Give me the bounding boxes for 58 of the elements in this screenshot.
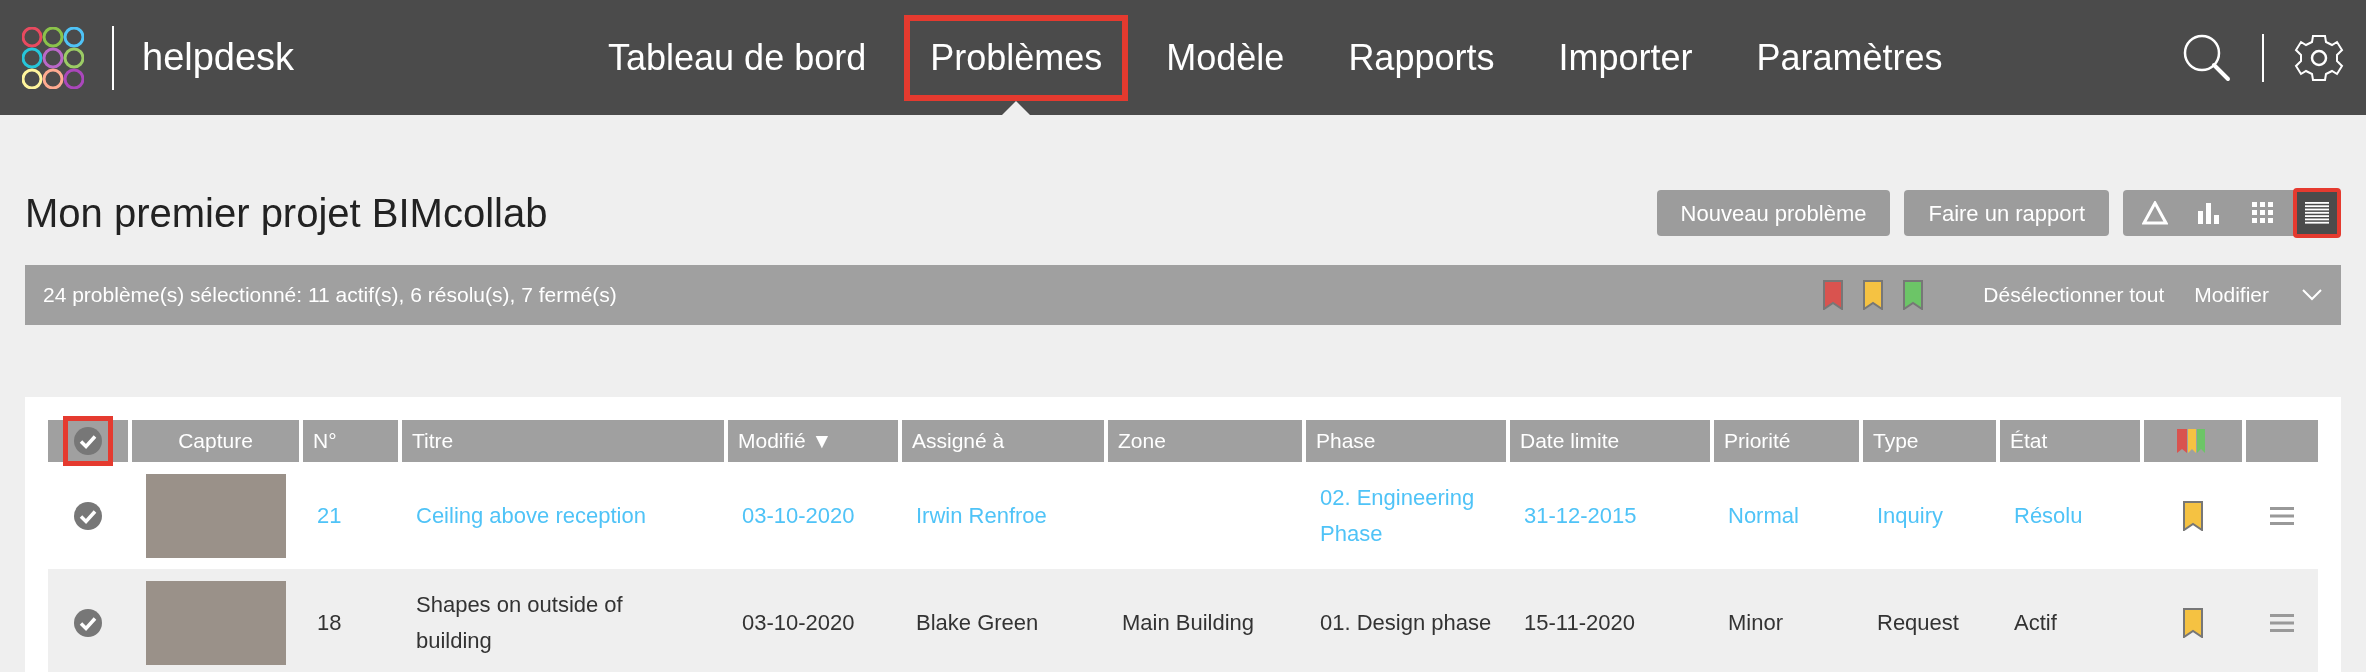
checkbox[interactable] xyxy=(73,426,103,456)
nav-tab[interactable]: Paramètres xyxy=(1730,0,1969,115)
bar-chart-icon xyxy=(2197,201,2221,225)
grid-icon xyxy=(2251,201,2275,225)
table-cell[interactable]: Résolu xyxy=(2014,497,2083,534)
table-cell[interactable]: Ceiling above reception xyxy=(416,497,646,534)
column-header[interactable]: Date limite xyxy=(1510,420,1710,462)
table-cell-text: 01. Design phase xyxy=(1320,608,1492,637)
column-header[interactable]: Assigné à xyxy=(902,420,1104,462)
view-toggle[interactable] xyxy=(2293,188,2341,238)
nav-tab[interactable]: Tableau de bord xyxy=(582,0,893,115)
triangle-icon xyxy=(2142,201,2168,225)
brand-name: helpdesk xyxy=(142,35,296,80)
table-cell[interactable]: 21 xyxy=(317,497,342,534)
action-button[interactable]: Faire un rapport xyxy=(1904,190,2109,236)
checkbox[interactable] xyxy=(73,500,103,531)
chevron-down-icon[interactable] xyxy=(2301,288,2323,302)
search-icon[interactable] xyxy=(2182,32,2232,83)
column-header[interactable]: Titre xyxy=(402,420,724,462)
table-cell-text: Shapes on outside of building xyxy=(416,590,624,655)
column-header[interactable]: Zone xyxy=(1108,420,1302,462)
selection-summary: 24 problème(s) sélectionné: 11 actif(s), 6 résolu(s), 7 fermé(s) xyxy=(43,282,617,309)
table-row[interactable]: 18 Shapes on outside of building 03-10-2020 Blake Green Main Building 01. Design phase 15-11-2020 Minor Request Actif xyxy=(48,569,2318,672)
action-button[interactable]: Nouveau problème xyxy=(1656,190,1891,236)
list-icon xyxy=(2304,201,2330,225)
menu-icon[interactable] xyxy=(2270,505,2294,526)
table-cell-text: Request xyxy=(1877,608,1959,637)
deselect-all-link[interactable]: Désélectionner tout xyxy=(1983,279,2165,311)
table-cell[interactable]: Normal xyxy=(1728,497,1799,534)
column-header[interactable]: Type xyxy=(1863,420,1996,462)
nav-tab[interactable]: Importer xyxy=(1532,0,1719,115)
settings-icon[interactable] xyxy=(2294,32,2344,83)
checkbox[interactable] xyxy=(73,607,103,638)
logo-icon xyxy=(22,26,84,89)
table-cell-text: Blake Green xyxy=(916,608,1039,637)
table-cell-text: 18 xyxy=(317,608,342,637)
modify-menu[interactable]: Modifier xyxy=(2194,279,2269,311)
table-cell-text: Actif xyxy=(2014,608,2057,637)
table-cell[interactable]: Inquiry xyxy=(1877,497,1944,534)
table-cell[interactable]: 31-12-2015 xyxy=(1524,497,1637,534)
table-cell[interactable]: Irwin Renfroe xyxy=(916,497,1047,534)
table-cell-text: Main Building xyxy=(1122,608,1255,637)
table-cell-text: Minor xyxy=(1728,608,1783,637)
table-cell[interactable]: 02. Engineering Phase xyxy=(1320,479,1492,552)
column-header[interactable]: Phase xyxy=(1306,420,1506,462)
nav-tab[interactable]: Modèle xyxy=(1140,0,1311,115)
column-header[interactable]: Capture xyxy=(132,420,299,462)
table-cell-text: 03-10-2020 xyxy=(742,608,855,637)
column-header[interactable]: Priorité xyxy=(1714,420,1859,462)
menu-icon[interactable] xyxy=(2270,612,2294,633)
table-cell[interactable]: 03-10-2020 xyxy=(742,497,855,534)
column-header[interactable]: État xyxy=(2000,420,2140,462)
column-header xyxy=(2246,420,2318,462)
column-header[interactable]: Modifié ▼ xyxy=(728,420,898,462)
table-cell-text: 15-11-2020 xyxy=(1524,608,1635,637)
project-title: Mon premier projet BIMcollab xyxy=(25,190,548,237)
column-header[interactable]: N° xyxy=(303,420,398,462)
nav-tab[interactable]: Rapports xyxy=(1322,0,1521,115)
